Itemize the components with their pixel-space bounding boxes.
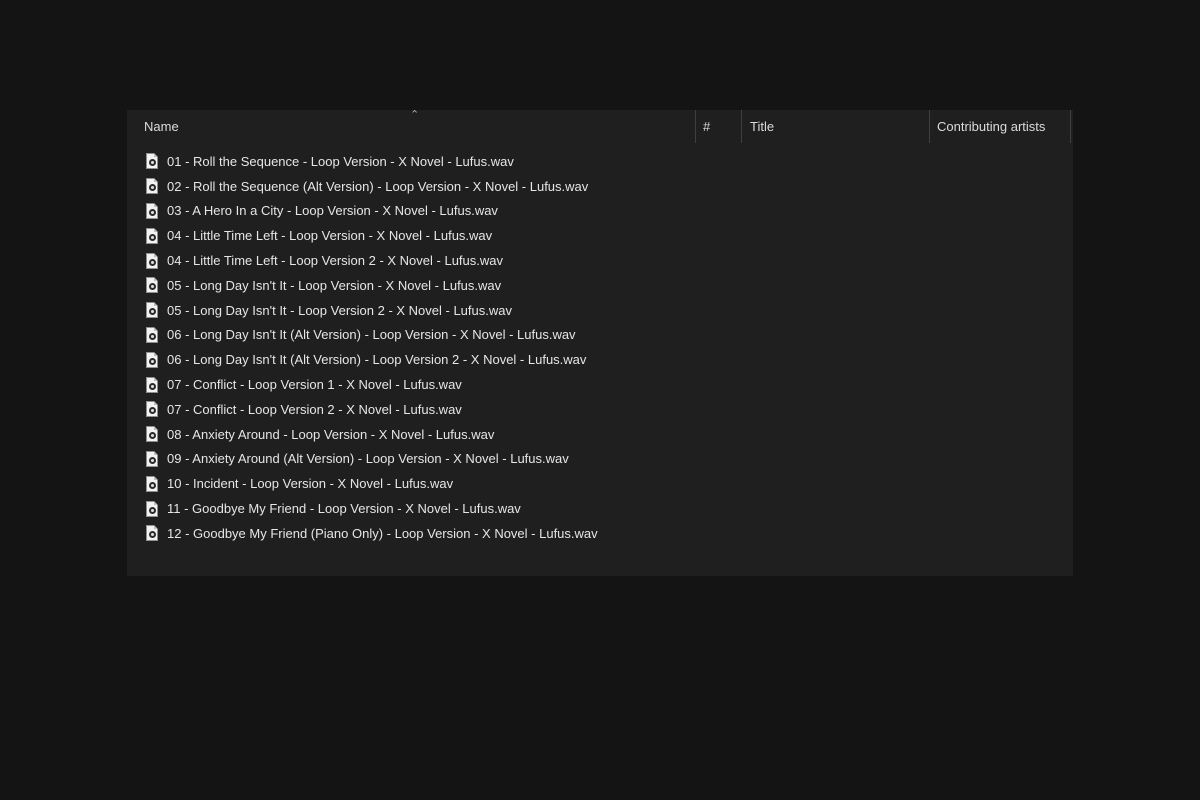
disc-glyph-icon xyxy=(149,531,156,539)
audio-file-icon xyxy=(146,302,158,319)
disc-glyph-icon xyxy=(149,332,156,340)
audio-file-icon xyxy=(146,252,158,269)
file-name: 06 - Long Day Isn't It (Alt Version) - L… xyxy=(167,327,576,343)
column-header-contributing-artists-label: Contributing artists xyxy=(937,119,1046,134)
file-row[interactable]: 08 - Anxiety Around - Loop Version - X N… xyxy=(146,422,706,447)
audio-file-icon xyxy=(146,202,158,219)
file-row[interactable]: 07 - Conflict - Loop Version 2 - X Novel… xyxy=(146,397,706,422)
column-header-name-label: Name xyxy=(144,119,179,134)
audio-file-icon xyxy=(146,277,158,294)
file-explorer-details-view: Name ⌃ # Title Contributing artists 01 -… xyxy=(127,108,1073,576)
file-row[interactable]: 10 - Incident - Loop Version - X Novel -… xyxy=(146,471,706,496)
file-name: 11 - Goodbye My Friend - Loop Version - … xyxy=(167,501,521,517)
disc-glyph-icon xyxy=(149,233,156,241)
audio-file-icon xyxy=(146,426,158,443)
disc-glyph-icon xyxy=(149,208,156,216)
file-name: 10 - Incident - Loop Version - X Novel -… xyxy=(167,476,454,492)
file-row[interactable]: 11 - Goodbye My Friend - Loop Version - … xyxy=(146,496,706,521)
file-row[interactable]: 12 - Goodbye My Friend (Piano Only) - Lo… xyxy=(146,521,706,546)
file-list: 01 - Roll the Sequence - Loop Version - … xyxy=(146,149,706,546)
disc-glyph-icon xyxy=(149,308,156,316)
file-name: 02 - Roll the Sequence (Alt Version) - L… xyxy=(167,178,589,194)
file-name: 06 - Long Day Isn't It (Alt Version) - L… xyxy=(167,352,587,368)
audio-file-icon xyxy=(146,227,158,244)
audio-file-icon xyxy=(146,326,158,343)
disc-glyph-icon xyxy=(149,481,156,489)
column-header-title[interactable]: Title xyxy=(742,110,930,143)
file-row[interactable]: 09 - Anxiety Around (Alt Version) - Loop… xyxy=(146,447,706,472)
disc-glyph-icon xyxy=(149,283,156,291)
audio-file-icon xyxy=(146,475,158,492)
disc-glyph-icon xyxy=(149,357,156,365)
file-name: 07 - Conflict - Loop Version 1 - X Novel… xyxy=(167,377,462,393)
file-name: 09 - Anxiety Around (Alt Version) - Loop… xyxy=(167,451,569,467)
file-row[interactable]: 03 - A Hero In a City - Loop Version - X… xyxy=(146,199,706,224)
file-name: 12 - Goodbye My Friend (Piano Only) - Lo… xyxy=(167,525,598,541)
audio-file-icon xyxy=(146,178,158,195)
file-name: 08 - Anxiety Around - Loop Version - X N… xyxy=(167,426,495,442)
audio-file-icon xyxy=(146,401,158,418)
file-row[interactable]: 06 - Long Day Isn't It (Alt Version) - L… xyxy=(146,323,706,348)
audio-file-icon xyxy=(146,525,158,542)
file-row[interactable]: 04 - Little Time Left - Loop Version - X… xyxy=(146,223,706,248)
audio-file-icon xyxy=(146,153,158,170)
file-name: 03 - A Hero In a City - Loop Version - X… xyxy=(167,203,498,219)
disc-glyph-icon xyxy=(149,407,156,415)
column-header-contributing-artists[interactable]: Contributing artists xyxy=(930,110,1071,143)
column-header-title-label: Title xyxy=(750,119,775,134)
column-header-number-label: # xyxy=(703,119,711,134)
column-header-bar: Name ⌃ # Title Contributing artists xyxy=(127,108,1073,143)
file-row[interactable]: 02 - Roll the Sequence (Alt Version) - L… xyxy=(146,174,706,199)
disc-glyph-icon xyxy=(149,258,156,266)
file-row[interactable]: 06 - Long Day Isn't It (Alt Version) - L… xyxy=(146,347,706,372)
column-header-number[interactable]: # xyxy=(696,110,742,143)
disc-glyph-icon xyxy=(149,456,156,464)
disc-glyph-icon xyxy=(149,432,156,440)
file-name: 04 - Little Time Left - Loop Version 2 -… xyxy=(167,253,503,269)
file-row[interactable]: 01 - Roll the Sequence - Loop Version - … xyxy=(146,149,706,174)
disc-glyph-icon xyxy=(149,159,156,167)
disc-glyph-icon xyxy=(149,184,156,192)
file-row[interactable]: 07 - Conflict - Loop Version 1 - X Novel… xyxy=(146,372,706,397)
audio-file-icon xyxy=(146,450,158,467)
file-name: 07 - Conflict - Loop Version 2 - X Novel… xyxy=(167,401,462,417)
chevron-up-icon: ⌃ xyxy=(410,108,420,121)
column-header-name[interactable]: Name ⌃ xyxy=(127,108,696,143)
audio-file-icon xyxy=(146,500,158,517)
file-name: 05 - Long Day Isn't It - Loop Version 2 … xyxy=(167,302,512,318)
file-name: 05 - Long Day Isn't It - Loop Version - … xyxy=(167,277,502,293)
audio-file-icon xyxy=(146,376,158,393)
file-row[interactable]: 04 - Little Time Left - Loop Version 2 -… xyxy=(146,248,706,273)
file-name: 01 - Roll the Sequence - Loop Version - … xyxy=(167,153,514,169)
disc-glyph-icon xyxy=(149,506,156,514)
file-row[interactable]: 05 - Long Day Isn't It - Loop Version 2 … xyxy=(146,298,706,323)
disc-glyph-icon xyxy=(149,382,156,390)
audio-file-icon xyxy=(146,351,158,368)
file-row[interactable]: 05 - Long Day Isn't It - Loop Version - … xyxy=(146,273,706,298)
file-name: 04 - Little Time Left - Loop Version - X… xyxy=(167,228,493,244)
